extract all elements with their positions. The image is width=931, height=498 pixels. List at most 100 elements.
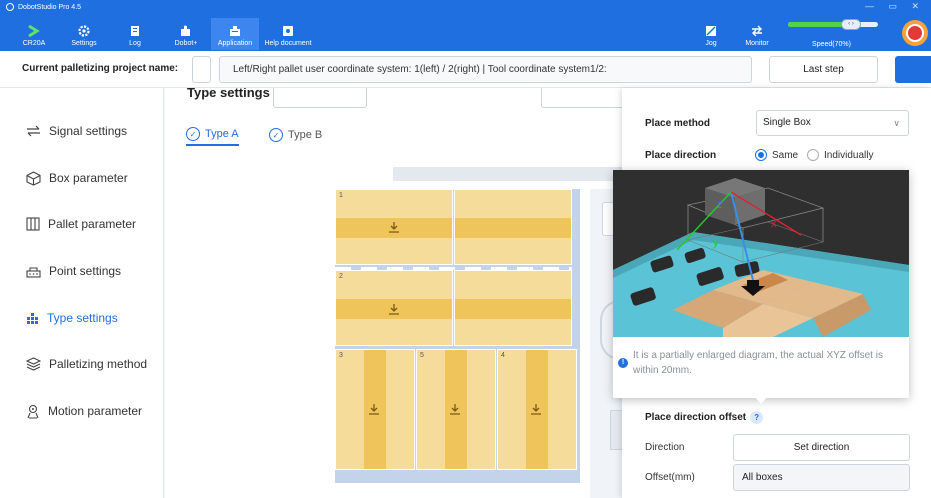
place-method-label: Place method xyxy=(645,118,711,129)
box-icon xyxy=(26,170,41,186)
tab-type-b[interactable]: ✓ Type B xyxy=(269,124,322,146)
toolbar-settings-button[interactable]: Settings xyxy=(64,18,104,50)
speed-thumb[interactable]: ‹ › xyxy=(841,19,861,30)
speed-slider[interactable]: ‹ › xyxy=(788,19,878,30)
title-bar: DobotStudio Pro 4.5 — ▭ ✕ xyxy=(0,0,931,14)
project-name-field[interactable] xyxy=(192,56,211,83)
set-direction-button[interactable]: Set direction xyxy=(733,434,910,461)
top-toolbar: DobotStudio Pro 4.5 — ▭ ✕ CR20A Settings… xyxy=(0,0,931,51)
coordinate-info: Left/Right pallet user coordinate system… xyxy=(219,56,752,83)
project-name-label: Current palletizing project name: xyxy=(22,63,179,74)
toolbar-application-button[interactable]: Application xyxy=(211,18,259,50)
log-icon xyxy=(131,26,139,36)
sidebar-item-label: Motion parameter xyxy=(48,404,143,418)
canvas-toolbar xyxy=(393,167,623,181)
toolbar-robot-label: CR20A xyxy=(22,40,46,47)
emergency-stop-button[interactable] xyxy=(902,20,928,46)
pallet-box[interactable] xyxy=(454,270,572,346)
sidebar-item-motion-parameter[interactable]: Motion parameter xyxy=(26,400,142,422)
sidebar-item-point-settings[interactable]: Point settings xyxy=(26,260,121,282)
sidebar-item-label: Signal settings xyxy=(49,124,128,138)
sidebar-item-type-settings[interactable]: Type settings xyxy=(26,307,118,329)
last-step-button[interactable]: Last step xyxy=(769,56,878,83)
robot-icon xyxy=(28,25,40,37)
tab-type-a[interactable]: ✓ Type A xyxy=(186,124,239,146)
offset-scope-select[interactable]: All boxes xyxy=(733,464,910,491)
toolbar-robot-button[interactable]: CR20A xyxy=(18,18,50,50)
sidebar-item-label: Pallet parameter xyxy=(48,217,137,231)
layers-icon xyxy=(26,357,41,371)
point-icon xyxy=(26,266,41,278)
project-bar: Current palletizing project name: Left/R… xyxy=(0,51,931,88)
place-method-value: Single Box xyxy=(763,117,811,128)
chevron-down-icon: ∨ xyxy=(893,118,900,128)
offset-diagram: z y x xyxy=(613,170,909,337)
toolbar-application-label: Application xyxy=(217,40,253,47)
jog-icon xyxy=(706,26,716,36)
box-stripe xyxy=(455,218,571,238)
place-arrow-icon xyxy=(531,404,541,415)
toolbar-dobotplus-button[interactable]: Dobot+ xyxy=(168,18,204,50)
axis-y-label: y xyxy=(713,237,719,249)
place-arrow-icon xyxy=(389,304,399,315)
type-grid-icon xyxy=(27,312,38,324)
toolbar-jog-label: Jog xyxy=(705,40,717,47)
box-number: 4 xyxy=(501,352,505,359)
toolbar-help-label: Help document xyxy=(264,40,312,47)
sidebar-item-label: Type settings xyxy=(47,311,118,325)
box-number: 1 xyxy=(339,192,343,199)
pallet-canvas[interactable]: 1 2 3 5 4 xyxy=(335,189,580,483)
sidebar-item-signal-settings[interactable]: Signal settings xyxy=(26,120,127,142)
place-direction-same-radio[interactable]: Same xyxy=(755,149,798,161)
place-arrow-icon xyxy=(450,404,460,415)
axis-x-label: x xyxy=(771,218,777,230)
toolbar-help-button[interactable]: Help document xyxy=(261,18,315,50)
tooltip-text: It is a partially enlarged diagram, the … xyxy=(633,350,883,376)
sidebar: Signal settings Box parameter Pallet par… xyxy=(0,88,164,498)
toolbar-log-button[interactable]: Log xyxy=(120,18,150,50)
check-circle-icon: ✓ xyxy=(269,128,283,142)
place-arrow-icon xyxy=(369,404,379,415)
help-icon xyxy=(283,26,293,36)
axis-z-label: z xyxy=(717,199,723,211)
power-icon xyxy=(906,24,924,42)
sidebar-item-label: Box parameter xyxy=(49,171,128,185)
app-logo-icon xyxy=(6,3,14,11)
sidebar-item-label: Point settings xyxy=(49,264,122,278)
toolbar-monitor-label: Monitor xyxy=(745,40,769,47)
type-input-field[interactable] xyxy=(273,88,367,108)
toolbar-jog-button[interactable]: Jog xyxy=(700,18,722,50)
check-circle-icon: ✓ xyxy=(186,127,200,141)
pallet-box[interactable] xyxy=(454,189,572,265)
toolbar-settings-label: Settings xyxy=(71,40,97,47)
gear-icon xyxy=(78,25,90,37)
box-stripe xyxy=(455,299,571,319)
place-method-select[interactable]: Single Box ∨ xyxy=(756,110,909,136)
toolbar-monitor-button[interactable]: Monitor xyxy=(740,18,774,50)
type-secondary-field[interactable] xyxy=(541,88,631,108)
sidebar-item-palletizing-method[interactable]: Palletizing method xyxy=(26,353,147,375)
pallet-icon xyxy=(26,217,40,231)
motion-icon xyxy=(27,404,39,419)
offset-title-text: Place direction offset xyxy=(645,412,747,424)
toolbar-dobotplus-label: Dobot+ xyxy=(174,40,198,47)
sidebar-item-pallet-parameter[interactable]: Pallet parameter xyxy=(26,213,136,235)
window-controls[interactable]: — ▭ ✕ xyxy=(865,1,925,12)
sidebar-item-box-parameter[interactable]: Box parameter xyxy=(26,167,128,189)
toolbar-log-label: Log xyxy=(129,40,141,47)
radio-unselected-icon xyxy=(807,149,819,161)
place-direction-individually-radio[interactable]: Individually xyxy=(807,149,873,161)
app-title: DobotStudio Pro 4.5 xyxy=(18,3,82,11)
tab-label: Type A xyxy=(205,128,239,140)
question-icon[interactable]: ? xyxy=(750,411,764,424)
offset-label: Offset(mm) xyxy=(645,472,695,483)
puzzle-icon xyxy=(181,25,190,36)
next-step-button[interactable] xyxy=(895,56,931,83)
box-number: 3 xyxy=(339,352,343,359)
sidebar-item-label: Palletizing method xyxy=(49,357,148,371)
place-direction-offset-title: Place direction offset? xyxy=(645,411,764,424)
box-number: 2 xyxy=(339,273,343,280)
section-title: Type settings xyxy=(187,88,270,100)
info-icon: ! xyxy=(618,358,628,368)
tab-label: Type B xyxy=(288,129,323,141)
